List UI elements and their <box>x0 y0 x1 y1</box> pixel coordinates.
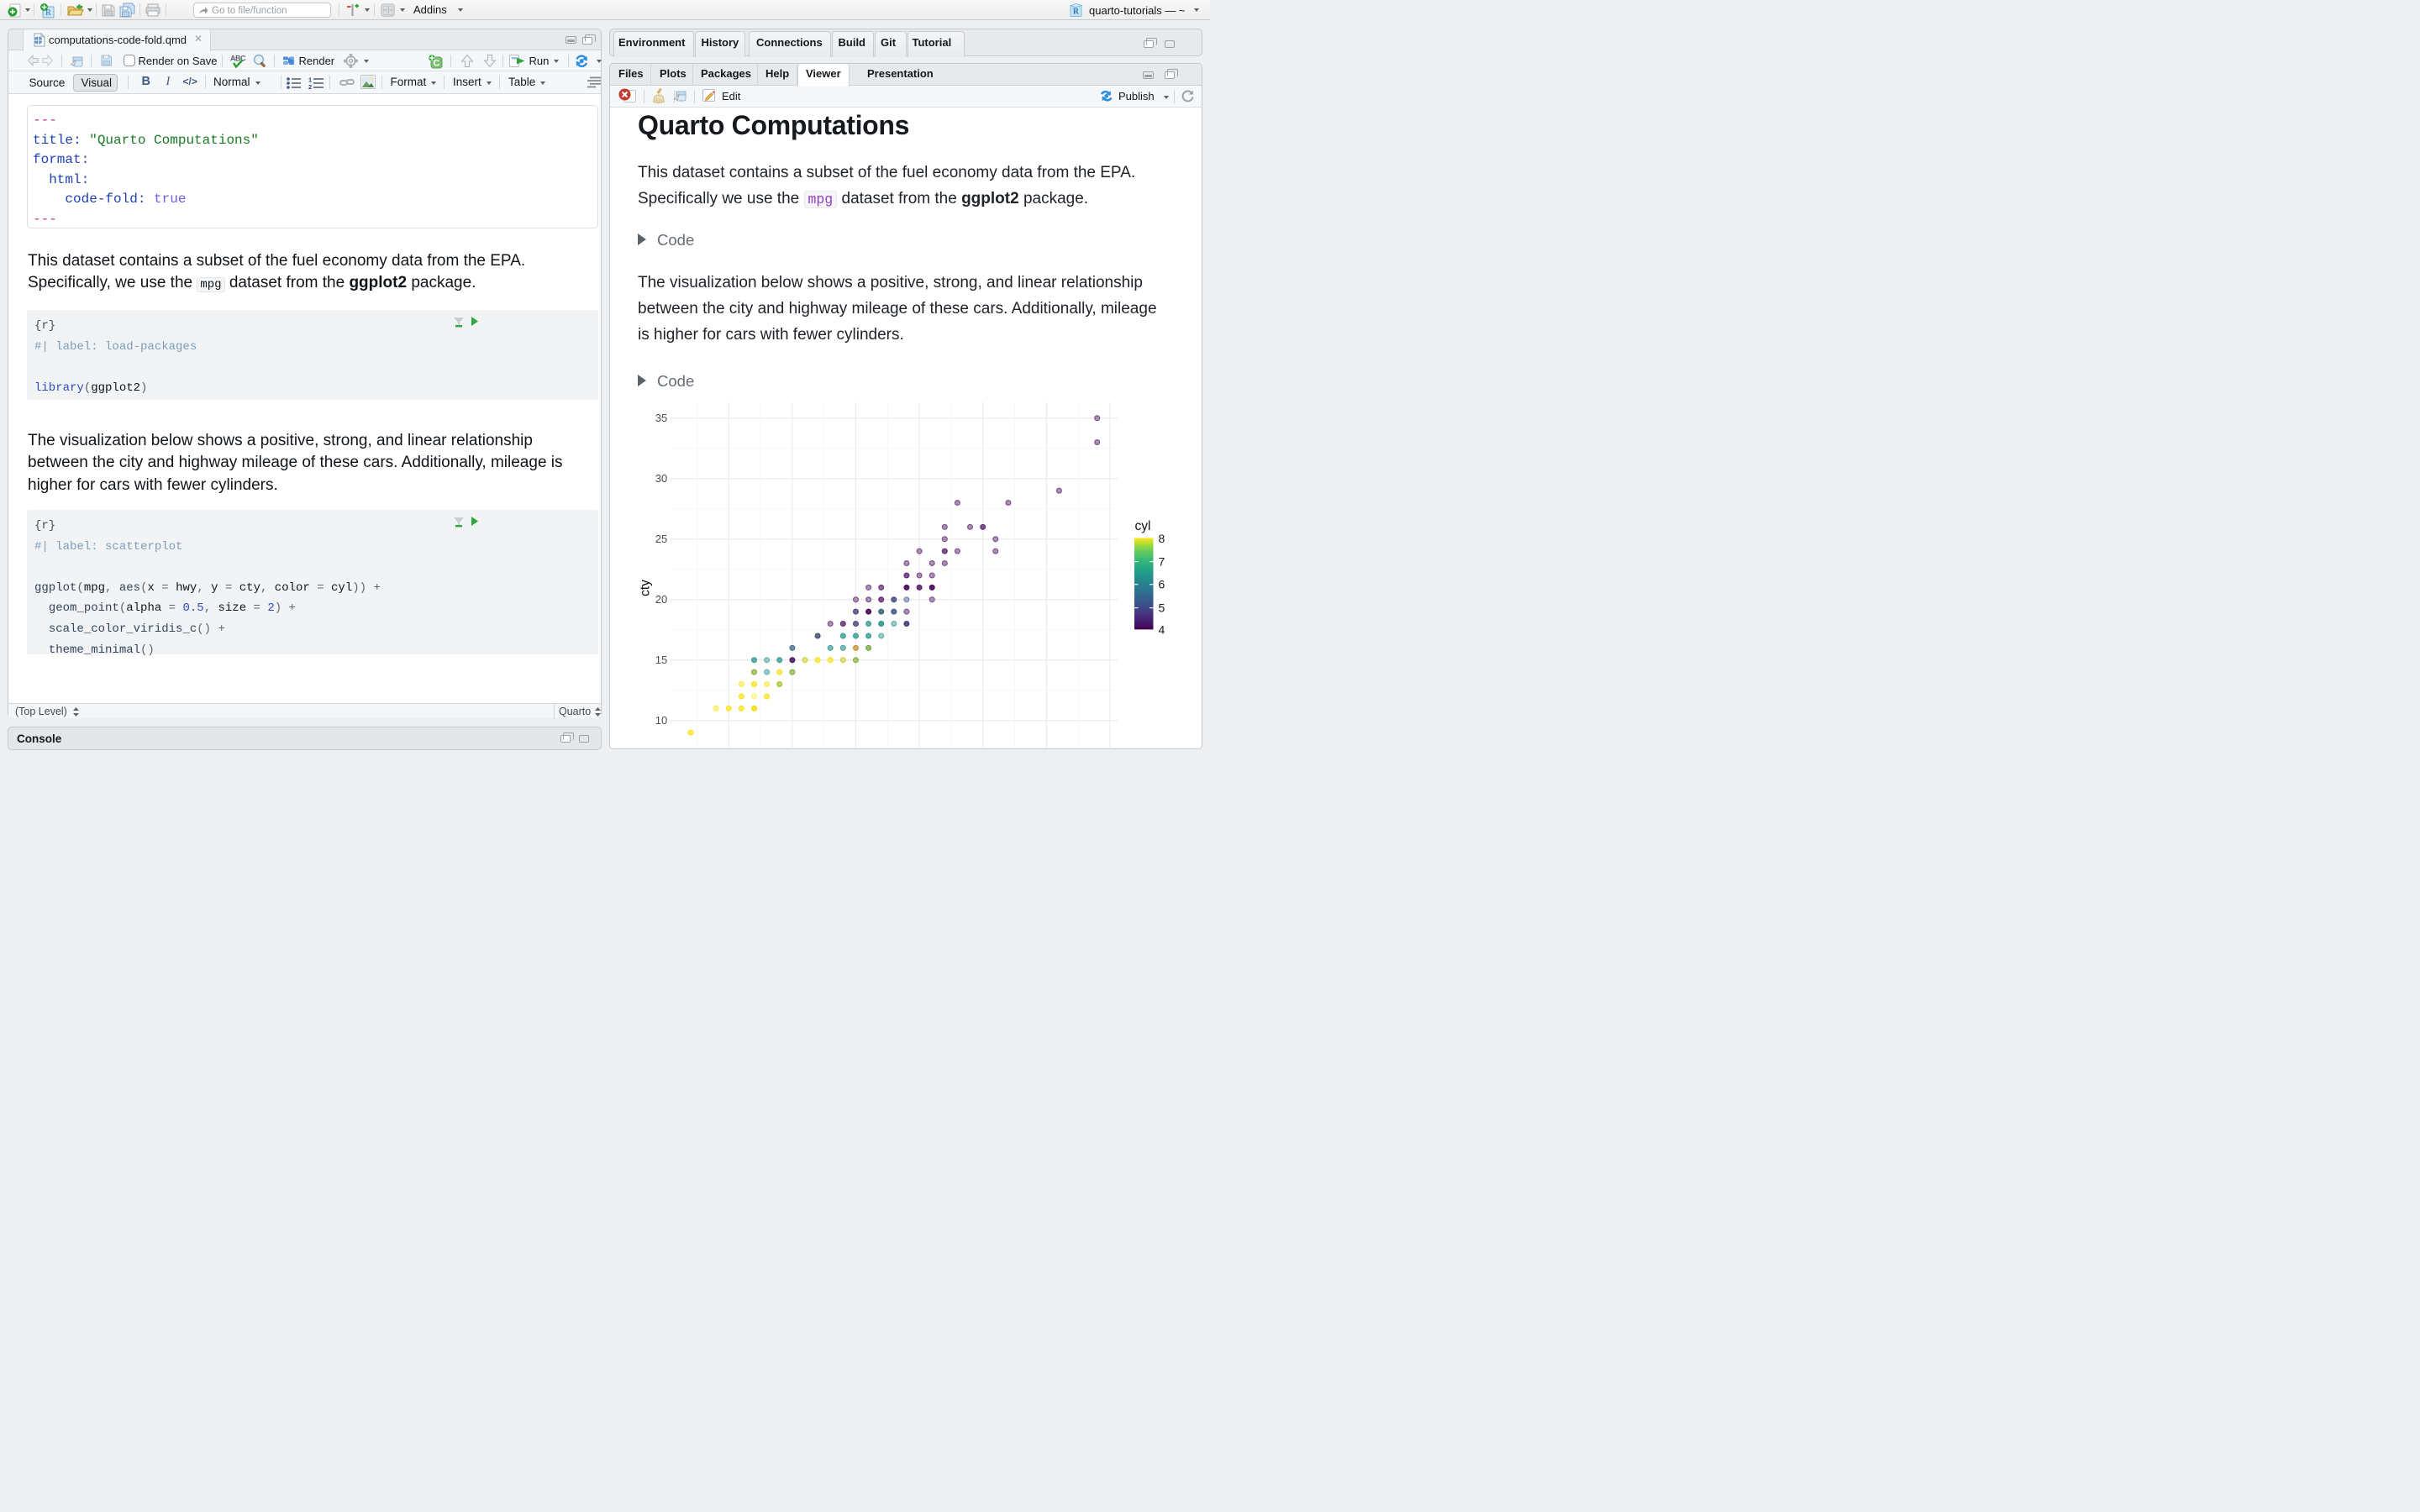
svg-text:6: 6 <box>1159 578 1165 591</box>
svg-text:20: 20 <box>655 593 667 606</box>
svg-text:10: 10 <box>655 714 667 727</box>
svg-text:7: 7 <box>1159 555 1165 569</box>
svg-text:5: 5 <box>1159 601 1165 615</box>
svg-text:15: 15 <box>655 654 667 666</box>
svg-text:30: 30 <box>655 472 667 485</box>
svg-text:35: 35 <box>655 412 667 424</box>
svg-text:2: 2 <box>308 83 312 89</box>
svg-text:25: 25 <box>655 533 667 545</box>
svg-text:8: 8 <box>1159 532 1165 545</box>
svg-text:4: 4 <box>1159 622 1165 636</box>
svg-text:cyl: cyl <box>1135 519 1151 533</box>
svg-text:R: R <box>1073 8 1080 17</box>
svg-text:cty: cty <box>639 580 653 596</box>
svg-text:ABC: ABC <box>230 54 246 62</box>
